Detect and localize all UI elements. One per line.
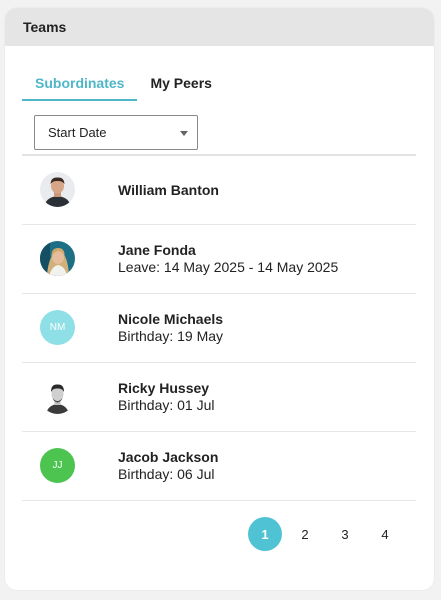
- person-info: William Banton: [118, 156, 219, 224]
- man-portrait-icon: [40, 379, 75, 414]
- person-info: Ricky Hussey Birthday: 01 Jul: [118, 363, 215, 431]
- avatar: NM: [40, 310, 75, 345]
- teams-card: Teams Subordinates My Peers Start Date W…: [5, 8, 434, 590]
- people-list: William Banton Jane Fonda Leave: 14 May …: [22, 156, 416, 501]
- person-detail: Birthday: 06 Jul: [118, 466, 215, 482]
- list-item[interactable]: Ricky Hussey Birthday: 01 Jul: [22, 363, 416, 432]
- sort-select[interactable]: Start Date: [34, 115, 198, 150]
- person-detail: Birthday: 01 Jul: [118, 397, 215, 413]
- page-button-4[interactable]: 4: [368, 517, 402, 551]
- man-portrait-icon: [40, 172, 75, 207]
- avatar: [40, 379, 75, 414]
- page-button-1[interactable]: 1: [248, 517, 282, 551]
- person-detail: Birthday: 19 May: [118, 328, 224, 344]
- card-title: Teams: [5, 8, 434, 46]
- list-item[interactable]: William Banton: [22, 156, 416, 225]
- tab-my-peers[interactable]: My Peers: [137, 68, 224, 101]
- woman-portrait-icon: [40, 241, 75, 276]
- page-button-3[interactable]: 3: [328, 517, 362, 551]
- person-name: Jacob Jackson: [118, 449, 219, 465]
- person-info: Jane Fonda Leave: 14 May 2025 - 14 May 2…: [118, 225, 338, 293]
- person-name: Ricky Hussey: [118, 380, 210, 396]
- sort-select-value: Start Date: [48, 125, 107, 140]
- page-button-2[interactable]: 2: [288, 517, 322, 551]
- person-name: William Banton: [118, 181, 219, 198]
- person-name: Jane Fonda: [118, 242, 196, 258]
- caret-down-icon: [180, 131, 188, 136]
- avatar: [40, 172, 75, 207]
- avatar-initials: NM: [49, 322, 66, 333]
- list-item[interactable]: Jane Fonda Leave: 14 May 2025 - 14 May 2…: [22, 225, 416, 294]
- person-info: Nicole Michaels Birthday: 19 May: [118, 294, 223, 362]
- list-item[interactable]: JJ Jacob Jackson Birthday: 06 Jul: [22, 432, 416, 501]
- person-detail: Leave: 14 May 2025 - 14 May 2025: [118, 259, 339, 275]
- team-tabs: Subordinates My Peers: [22, 68, 225, 101]
- avatar-initials: JJ: [52, 460, 63, 471]
- tab-subordinates[interactable]: Subordinates: [22, 68, 138, 101]
- list-item[interactable]: NM Nicole Michaels Birthday: 19 May: [22, 294, 416, 363]
- avatar: [40, 241, 75, 276]
- avatar: JJ: [40, 448, 75, 483]
- person-name: Nicole Michaels: [118, 311, 224, 327]
- person-info: Jacob Jackson Birthday: 06 Jul: [118, 432, 218, 500]
- pagination: 1 2 3 4: [248, 517, 408, 551]
